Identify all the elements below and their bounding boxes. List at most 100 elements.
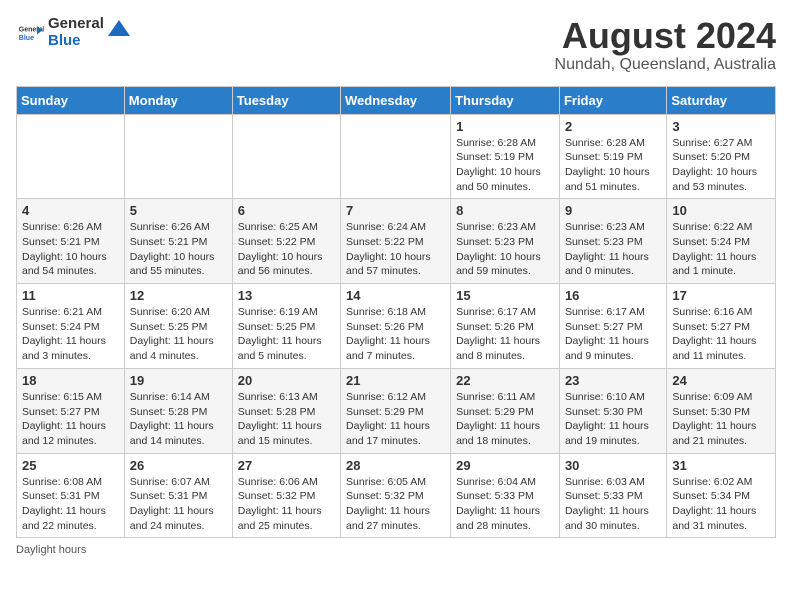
day-info: Sunrise: 6:08 AMSunset: 5:31 PMDaylight:… xyxy=(22,475,119,534)
calendar-week-row: 1Sunrise: 6:28 AMSunset: 5:19 PMDaylight… xyxy=(17,114,776,199)
day-info: Sunrise: 6:27 AMSunset: 5:20 PMDaylight:… xyxy=(672,136,770,195)
day-info: Sunrise: 6:15 AMSunset: 5:27 PMDaylight:… xyxy=(22,390,119,449)
day-number: 5 xyxy=(130,203,227,218)
calendar-header-row: SundayMondayTuesdayWednesdayThursdayFrid… xyxy=(17,86,776,114)
column-header-monday: Monday xyxy=(124,86,232,114)
calendar-table: SundayMondayTuesdayWednesdayThursdayFrid… xyxy=(16,86,776,539)
logo-icon: General Blue xyxy=(16,19,44,47)
calendar-cell xyxy=(341,114,451,199)
calendar-cell: 30Sunrise: 6:03 AMSunset: 5:33 PMDayligh… xyxy=(559,453,666,538)
location-title: Nundah, Queensland, Australia xyxy=(555,56,776,74)
day-info: Sunrise: 6:24 AMSunset: 5:22 PMDaylight:… xyxy=(346,220,445,279)
month-title: August 2024 xyxy=(555,16,776,56)
day-number: 24 xyxy=(672,373,770,388)
day-info: Sunrise: 6:04 AMSunset: 5:33 PMDaylight:… xyxy=(456,475,554,534)
logo-blue: Blue xyxy=(48,33,104,50)
calendar-cell: 13Sunrise: 6:19 AMSunset: 5:25 PMDayligh… xyxy=(232,284,340,369)
day-info: Sunrise: 6:03 AMSunset: 5:33 PMDaylight:… xyxy=(565,475,661,534)
calendar-cell: 6Sunrise: 6:25 AMSunset: 5:22 PMDaylight… xyxy=(232,199,340,284)
calendar-cell: 11 Sunrise: 6:21 AMSunset: 5:24 PMDayligh… xyxy=(17,284,125,369)
daylight-label: Daylight hours xyxy=(16,544,86,556)
calendar-cell xyxy=(17,114,125,199)
day-number: 26 xyxy=(130,458,227,473)
day-number: 17 xyxy=(672,288,770,303)
calendar-cell: 1Sunrise: 6:28 AMSunset: 5:19 PMDaylight… xyxy=(451,114,560,199)
column-header-friday: Friday xyxy=(559,86,666,114)
day-number: 10 xyxy=(672,203,770,218)
day-info: Sunrise: 6:26 AMSunset: 5:21 PMDaylight:… xyxy=(130,220,227,279)
calendar-cell: 27 Sunrise: 6:06 AMSunset: 5:32 PMDayligh… xyxy=(232,453,340,538)
day-number: 6 xyxy=(238,203,335,218)
day-info: Sunrise: 6:28 AMSunset: 5:19 PMDaylight:… xyxy=(565,136,661,195)
calendar-cell: 20 Sunrise: 6:13 AMSunset: 5:28 PMDayligh… xyxy=(232,368,340,453)
day-number: 9 xyxy=(565,203,661,218)
day-info: Sunrise: 6:06 AMSunset: 5:32 PMDaylight:… xyxy=(238,475,335,534)
calendar-cell: 21 Sunrise: 6:12 AMSunset: 5:29 PMDayligh… xyxy=(341,368,451,453)
day-number: 21 xyxy=(346,373,445,388)
day-info: Sunrise: 6:12 AMSunset: 5:29 PMDaylight:… xyxy=(346,390,445,449)
calendar-cell: 28 Sunrise: 6:05 AMSunset: 5:32 PMDayligh… xyxy=(341,453,451,538)
day-info: Sunrise: 6:14 AMSunset: 5:28 PMDaylight:… xyxy=(130,390,227,449)
calendar-cell: 8Sunrise: 6:23 AMSunset: 5:23 PMDaylight… xyxy=(451,199,560,284)
calendar-cell: 12 Sunrise: 6:20 AMSunset: 5:25 PMDayligh… xyxy=(124,284,232,369)
day-info: Sunrise: 6:07 AMSunset: 5:31 PMDaylight:… xyxy=(130,475,227,534)
calendar-cell: 17 Sunrise: 6:16 AMSunset: 5:27 PMDayligh… xyxy=(667,284,776,369)
calendar-cell: 19Sunrise: 6:14 AMSunset: 5:28 PMDayligh… xyxy=(124,368,232,453)
day-number: 29 xyxy=(456,458,554,473)
day-info: Sunrise: 6:28 AMSunset: 5:19 PMDaylight:… xyxy=(456,136,554,195)
day-info: Sunrise: 6:23 AMSunset: 5:23 PMDaylight:… xyxy=(565,220,661,279)
day-info: Sunrise: 6:21 AMSunset: 5:24 PMDaylight:… xyxy=(22,305,119,364)
calendar-week-row: 4Sunrise: 6:26 AMSunset: 5:21 PMDaylight… xyxy=(17,199,776,284)
calendar-cell: 23Sunrise: 6:10 AMSunset: 5:30 PMDayligh… xyxy=(559,368,666,453)
column-header-wednesday: Wednesday xyxy=(341,86,451,114)
day-number: 3 xyxy=(672,119,770,134)
day-info: Sunrise: 6:11 AMSunset: 5:29 PMDaylight:… xyxy=(456,390,554,449)
day-number: 14 xyxy=(346,288,445,303)
calendar-cell: 18 Sunrise: 6:15 AMSunset: 5:27 PMDayligh… xyxy=(17,368,125,453)
calendar-cell: 3 Sunrise: 6:27 AMSunset: 5:20 PMDaylight… xyxy=(667,114,776,199)
day-number: 23 xyxy=(565,373,661,388)
day-info: Sunrise: 6:26 AMSunset: 5:21 PMDaylight:… xyxy=(22,220,119,279)
day-number: 11 xyxy=(22,288,119,303)
day-number: 31 xyxy=(672,458,770,473)
day-info: Sunrise: 6:17 AMSunset: 5:27 PMDaylight:… xyxy=(565,305,661,364)
calendar-cell: 10 Sunrise: 6:22 AMSunset: 5:24 PMDayligh… xyxy=(667,199,776,284)
day-info: Sunrise: 6:22 AMSunset: 5:24 PMDaylight:… xyxy=(672,220,770,279)
day-info: Sunrise: 6:05 AMSunset: 5:32 PMDaylight:… xyxy=(346,475,445,534)
day-number: 8 xyxy=(456,203,554,218)
svg-text:Blue: Blue xyxy=(19,35,34,42)
calendar-cell: 14 Sunrise: 6:18 AMSunset: 5:26 PMDayligh… xyxy=(341,284,451,369)
day-info: Sunrise: 6:18 AMSunset: 5:26 PMDaylight:… xyxy=(346,305,445,364)
calendar-cell: 4Sunrise: 6:26 AMSunset: 5:21 PMDaylight… xyxy=(17,199,125,284)
day-number: 18 xyxy=(22,373,119,388)
day-number: 27 xyxy=(238,458,335,473)
logo-general: General xyxy=(48,16,104,33)
day-number: 7 xyxy=(346,203,445,218)
calendar-cell: 29 Sunrise: 6:04 AMSunset: 5:33 PMDayligh… xyxy=(451,453,560,538)
day-info: Sunrise: 6:16 AMSunset: 5:27 PMDaylight:… xyxy=(672,305,770,364)
day-number: 25 xyxy=(22,458,119,473)
day-number: 16 xyxy=(565,288,661,303)
column-header-tuesday: Tuesday xyxy=(232,86,340,114)
calendar-cell: 31 Sunrise: 6:02 AMSunset: 5:34 PMDayligh… xyxy=(667,453,776,538)
column-header-saturday: Saturday xyxy=(667,86,776,114)
day-number: 13 xyxy=(238,288,335,303)
day-number: 28 xyxy=(346,458,445,473)
day-info: Sunrise: 6:20 AMSunset: 5:25 PMDaylight:… xyxy=(130,305,227,364)
calendar-cell: 26 Sunrise: 6:07 AMSunset: 5:31 PMDayligh… xyxy=(124,453,232,538)
calendar-cell: 22Sunrise: 6:11 AMSunset: 5:29 PMDayligh… xyxy=(451,368,560,453)
day-number: 12 xyxy=(130,288,227,303)
calendar-week-row: 25 Sunrise: 6:08 AMSunset: 5:31 PMDayligh… xyxy=(17,453,776,538)
column-header-thursday: Thursday xyxy=(451,86,560,114)
day-info: Sunrise: 6:13 AMSunset: 5:28 PMDaylight:… xyxy=(238,390,335,449)
calendar-cell: 15Sunrise: 6:17 AMSunset: 5:26 PMDayligh… xyxy=(451,284,560,369)
calendar-cell: 25 Sunrise: 6:08 AMSunset: 5:31 PMDayligh… xyxy=(17,453,125,538)
title-area: August 2024 Nundah, Queensland, Australi… xyxy=(555,16,776,74)
calendar-cell: 24 Sunrise: 6:09 AMSunset: 5:30 PMDayligh… xyxy=(667,368,776,453)
day-number: 20 xyxy=(238,373,335,388)
day-info: Sunrise: 6:09 AMSunset: 5:30 PMDaylight:… xyxy=(672,390,770,449)
footer: Daylight hours xyxy=(16,544,776,556)
day-info: Sunrise: 6:17 AMSunset: 5:26 PMDaylight:… xyxy=(456,305,554,364)
day-info: Sunrise: 6:02 AMSunset: 5:34 PMDaylight:… xyxy=(672,475,770,534)
logo: General Blue General Blue xyxy=(16,16,130,49)
